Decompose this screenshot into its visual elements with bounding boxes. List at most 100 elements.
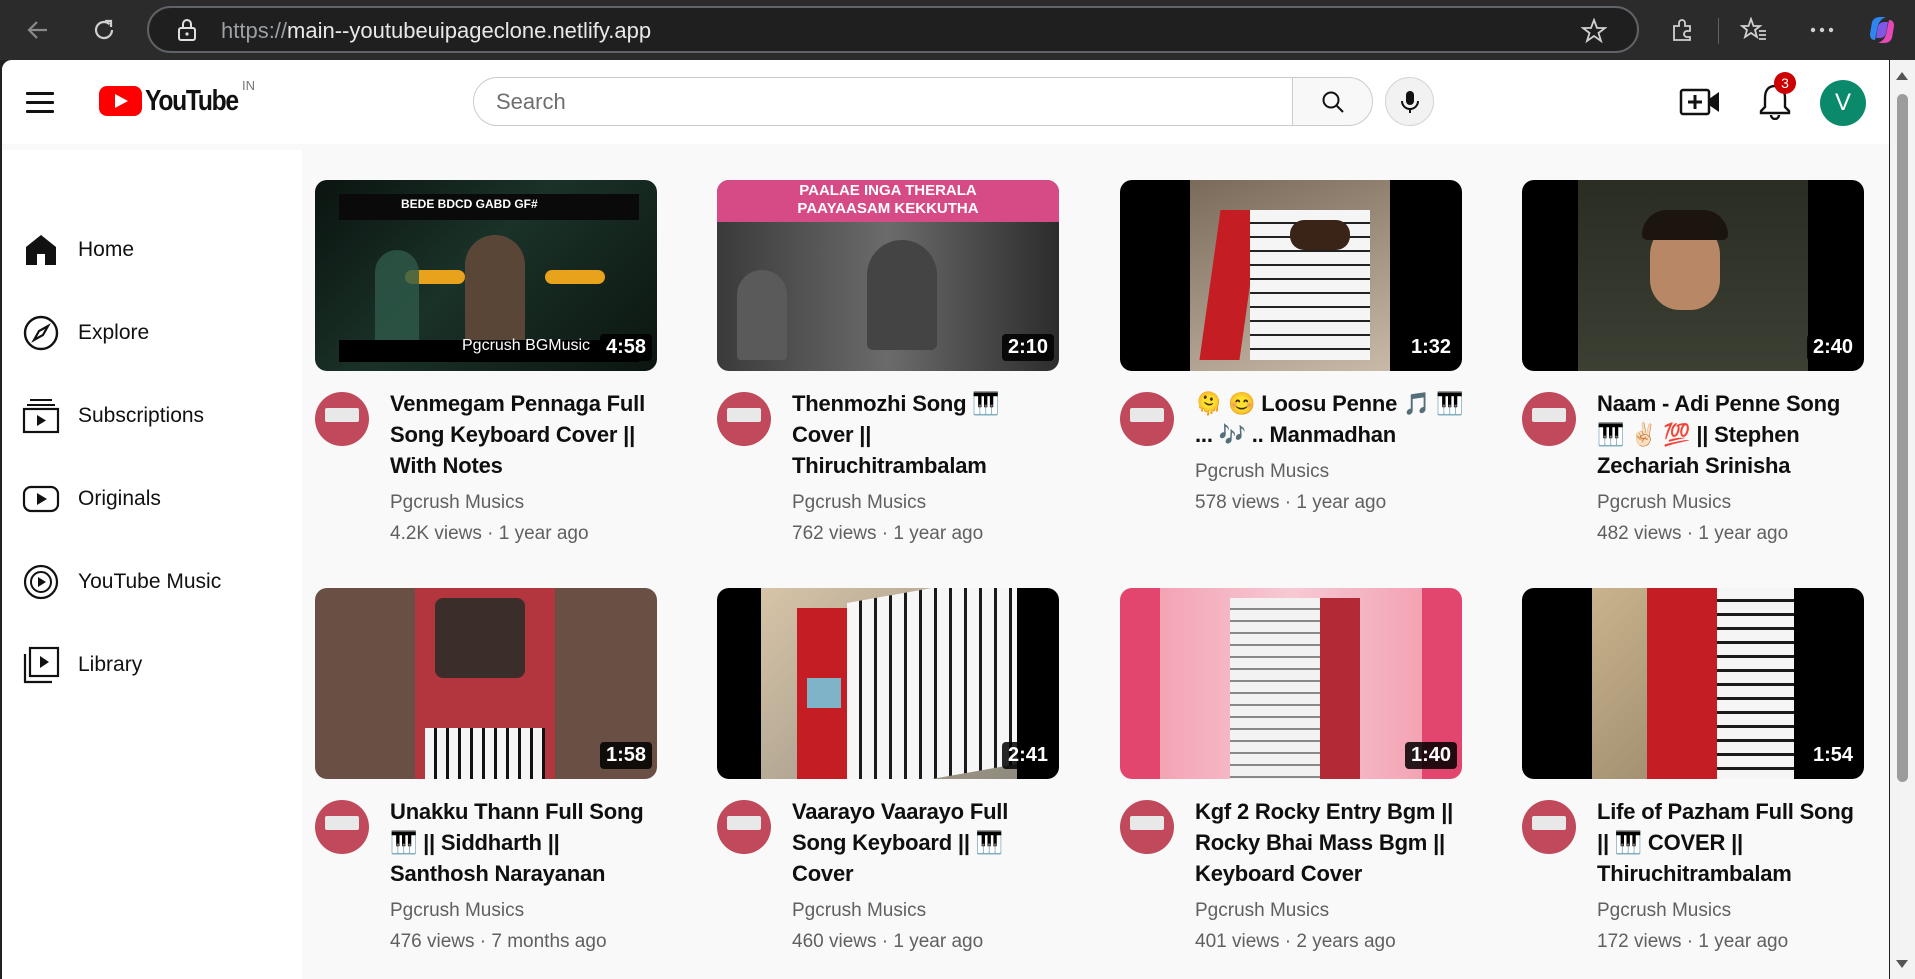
video-title[interactable]: Thenmozhi Song 🎹 Cover || Thiruchitramba… <box>792 388 1062 481</box>
video-card[interactable]: 2:40 Naam - Adi Penne Song 🎹 ✌🏻 💯 || Ste… <box>1522 180 1867 544</box>
notification-count-badge: 3 <box>1774 72 1796 94</box>
more-options-icon[interactable] <box>1804 12 1840 48</box>
video-title[interactable]: Naam - Adi Penne Song 🎹 ✌🏻 💯 || Stephen … <box>1597 388 1867 481</box>
video-thumbnail[interactable]: BEDE BDCD GABD GF# Pgcrush BGMusic 4:58 <box>315 180 657 371</box>
sidebar-item-home[interactable]: Home <box>2 220 302 280</box>
thumbnail-caption: PAALAE INGA THERALA PAAYAASAM KEKKUTHA <box>797 182 979 217</box>
channel-name[interactable]: Pgcrush Musics <box>1195 900 1329 922</box>
sidebar-item-explore[interactable]: Explore <box>2 303 302 363</box>
video-title[interactable]: Venmegam Pennaga Full Song Keyboard Cove… <box>390 388 660 481</box>
video-thumbnail[interactable]: 1:32 <box>1120 180 1462 371</box>
subscriptions-icon <box>22 397 60 435</box>
video-duration: 2:40 <box>1806 334 1859 361</box>
video-duration: 1:58 <box>599 742 652 769</box>
channel-avatar[interactable] <box>717 392 771 446</box>
video-meta: 482 views · 1 year ago <box>1597 523 1789 544</box>
channel-avatar[interactable] <box>717 800 771 854</box>
video-card[interactable]: 1:40 Kgf 2 Rocky Entry Bgm || Rocky Bhai… <box>1120 588 1465 952</box>
sidebar-item-originals[interactable]: Originals <box>2 469 302 529</box>
channel-avatar[interactable] <box>315 800 369 854</box>
reload-icon[interactable] <box>86 12 122 48</box>
sidebar-item-subscriptions[interactable]: Subscriptions <box>2 386 302 446</box>
toolbar-divider <box>1718 18 1719 44</box>
channel-name[interactable]: Pgcrush Musics <box>792 492 926 514</box>
channel-name[interactable]: Pgcrush Musics <box>390 492 524 514</box>
video-card[interactable]: BEDE BDCD GABD GF# Pgcrush BGMusic 4:58 … <box>315 180 660 544</box>
channel-avatar[interactable] <box>315 392 369 446</box>
video-title[interactable]: Unakku Thann Full Song 🎹 || Siddharth ||… <box>390 796 660 889</box>
sidebar-item-label: Home <box>78 238 135 261</box>
scroll-down-arrow-icon[interactable] <box>1896 960 1908 968</box>
music-icon <box>22 563 60 601</box>
video-thumbnail[interactable]: 1:54 <box>1522 588 1864 779</box>
search-input[interactable] <box>474 78 1294 125</box>
scrollbar-thumb[interactable] <box>1897 94 1908 782</box>
hamburger-menu-icon[interactable] <box>26 86 66 118</box>
originals-icon <box>22 480 60 518</box>
video-thumbnail[interactable]: 2:41 <box>717 588 1059 779</box>
video-card[interactable]: 1:54 Life of Pazham Full Song || 🎹 COVER… <box>1522 588 1867 952</box>
sidebar-item-youtube-music[interactable]: YouTube Music <box>2 552 302 612</box>
youtube-logo[interactable]: YouTube IN <box>99 78 255 120</box>
browser-toolbar: https://main--youtubeuipageclone.netlify… <box>0 0 1915 60</box>
video-card[interactable]: 2:41 Vaarayo Vaarayo Full Song Keyboard … <box>717 588 1062 952</box>
compass-icon <box>22 314 60 352</box>
channel-avatar[interactable] <box>1522 392 1576 446</box>
extensions-icon[interactable] <box>1664 12 1700 48</box>
video-duration: 2:41 <box>1001 742 1054 769</box>
back-arrow-icon[interactable] <box>20 12 56 48</box>
video-duration: 2:10 <box>1001 334 1054 361</box>
video-duration: 1:40 <box>1404 742 1457 769</box>
video-camera-plus-icon <box>1679 88 1719 116</box>
channel-avatar[interactable] <box>1120 800 1174 854</box>
video-duration: 1:32 <box>1404 334 1457 361</box>
video-meta: 476 views · 7 months ago <box>390 931 607 952</box>
address-bar[interactable]: https://main--youtubeuipageclone.netlify… <box>147 6 1639 53</box>
url-text: https://main--youtubeuipageclone.netlify… <box>221 18 652 43</box>
copilot-icon[interactable] <box>1864 12 1900 48</box>
video-title[interactable]: Life of Pazham Full Song || 🎹 COVER || T… <box>1597 796 1867 889</box>
video-thumbnail[interactable]: 2:40 <box>1522 180 1864 371</box>
microphone-icon <box>1400 90 1419 113</box>
thumbnail-caption: BEDE BDCD GABD GF# <box>401 197 538 211</box>
sidebar-item-library[interactable]: Library <box>2 635 302 695</box>
search-icon <box>1322 91 1344 113</box>
create-video-button[interactable] <box>1678 80 1722 124</box>
video-meta: 578 views · 1 year ago <box>1195 492 1387 513</box>
channel-avatar[interactable] <box>1120 392 1174 446</box>
search-box[interactable] <box>473 77 1295 126</box>
video-card[interactable]: 1:32 🫠 😊 Loosu Penne 🎵 🎹 ... 🎶 .. Manmad… <box>1120 180 1465 513</box>
video-card[interactable]: PAALAE INGA THERALA PAAYAASAM KEKKUTHA 2… <box>717 180 1062 544</box>
channel-name[interactable]: Pgcrush Musics <box>390 900 524 922</box>
youtube-play-icon <box>99 86 142 116</box>
region-code: IN <box>242 78 255 93</box>
user-avatar[interactable]: V <box>1820 80 1866 126</box>
video-title[interactable]: 🫠 😊 Loosu Penne 🎵 🎹 ... 🎶 .. Manmadhan <box>1195 388 1465 450</box>
page-scrollbar[interactable] <box>1890 60 1915 979</box>
search-button[interactable] <box>1292 77 1373 126</box>
video-thumbnail[interactable]: PAALAE INGA THERALA PAAYAASAM KEKKUTHA 2… <box>717 180 1059 371</box>
youtube-header: YouTube IN 3 V <box>2 60 1889 144</box>
voice-search-button[interactable] <box>1385 77 1434 126</box>
channel-name[interactable]: Pgcrush Musics <box>1597 492 1731 514</box>
favorite-star-icon[interactable] <box>1580 17 1608 49</box>
sidebar: Home Explore Subscriptions Originals You… <box>2 150 302 979</box>
sidebar-item-label: Subscriptions <box>78 404 205 427</box>
channel-name[interactable]: Pgcrush Musics <box>1195 461 1329 483</box>
sidebar-item-label: YouTube Music <box>78 570 222 593</box>
video-meta: 401 views · 2 years ago <box>1195 931 1396 952</box>
video-thumbnail[interactable]: 1:58 <box>315 588 657 779</box>
thumbnail-watermark: Pgcrush BGMusic <box>462 337 591 354</box>
video-thumbnail[interactable]: 1:40 <box>1120 588 1462 779</box>
scroll-up-arrow-icon[interactable] <box>1896 72 1908 80</box>
channel-avatar[interactable] <box>1522 800 1576 854</box>
video-card[interactable]: 1:58 Unakku Thann Full Song 🎹 || Siddhar… <box>315 588 660 952</box>
sidebar-item-label: Originals <box>78 487 161 510</box>
channel-name[interactable]: Pgcrush Musics <box>1597 900 1731 922</box>
lock-icon[interactable] <box>177 18 197 47</box>
video-duration: 1:54 <box>1806 742 1859 769</box>
channel-name[interactable]: Pgcrush Musics <box>792 900 926 922</box>
favorites-icon[interactable] <box>1736 12 1772 48</box>
video-title[interactable]: Vaarayo Vaarayo Full Song Keyboard || 🎹 … <box>792 796 1062 889</box>
video-title[interactable]: Kgf 2 Rocky Entry Bgm || Rocky Bhai Mass… <box>1195 796 1465 889</box>
